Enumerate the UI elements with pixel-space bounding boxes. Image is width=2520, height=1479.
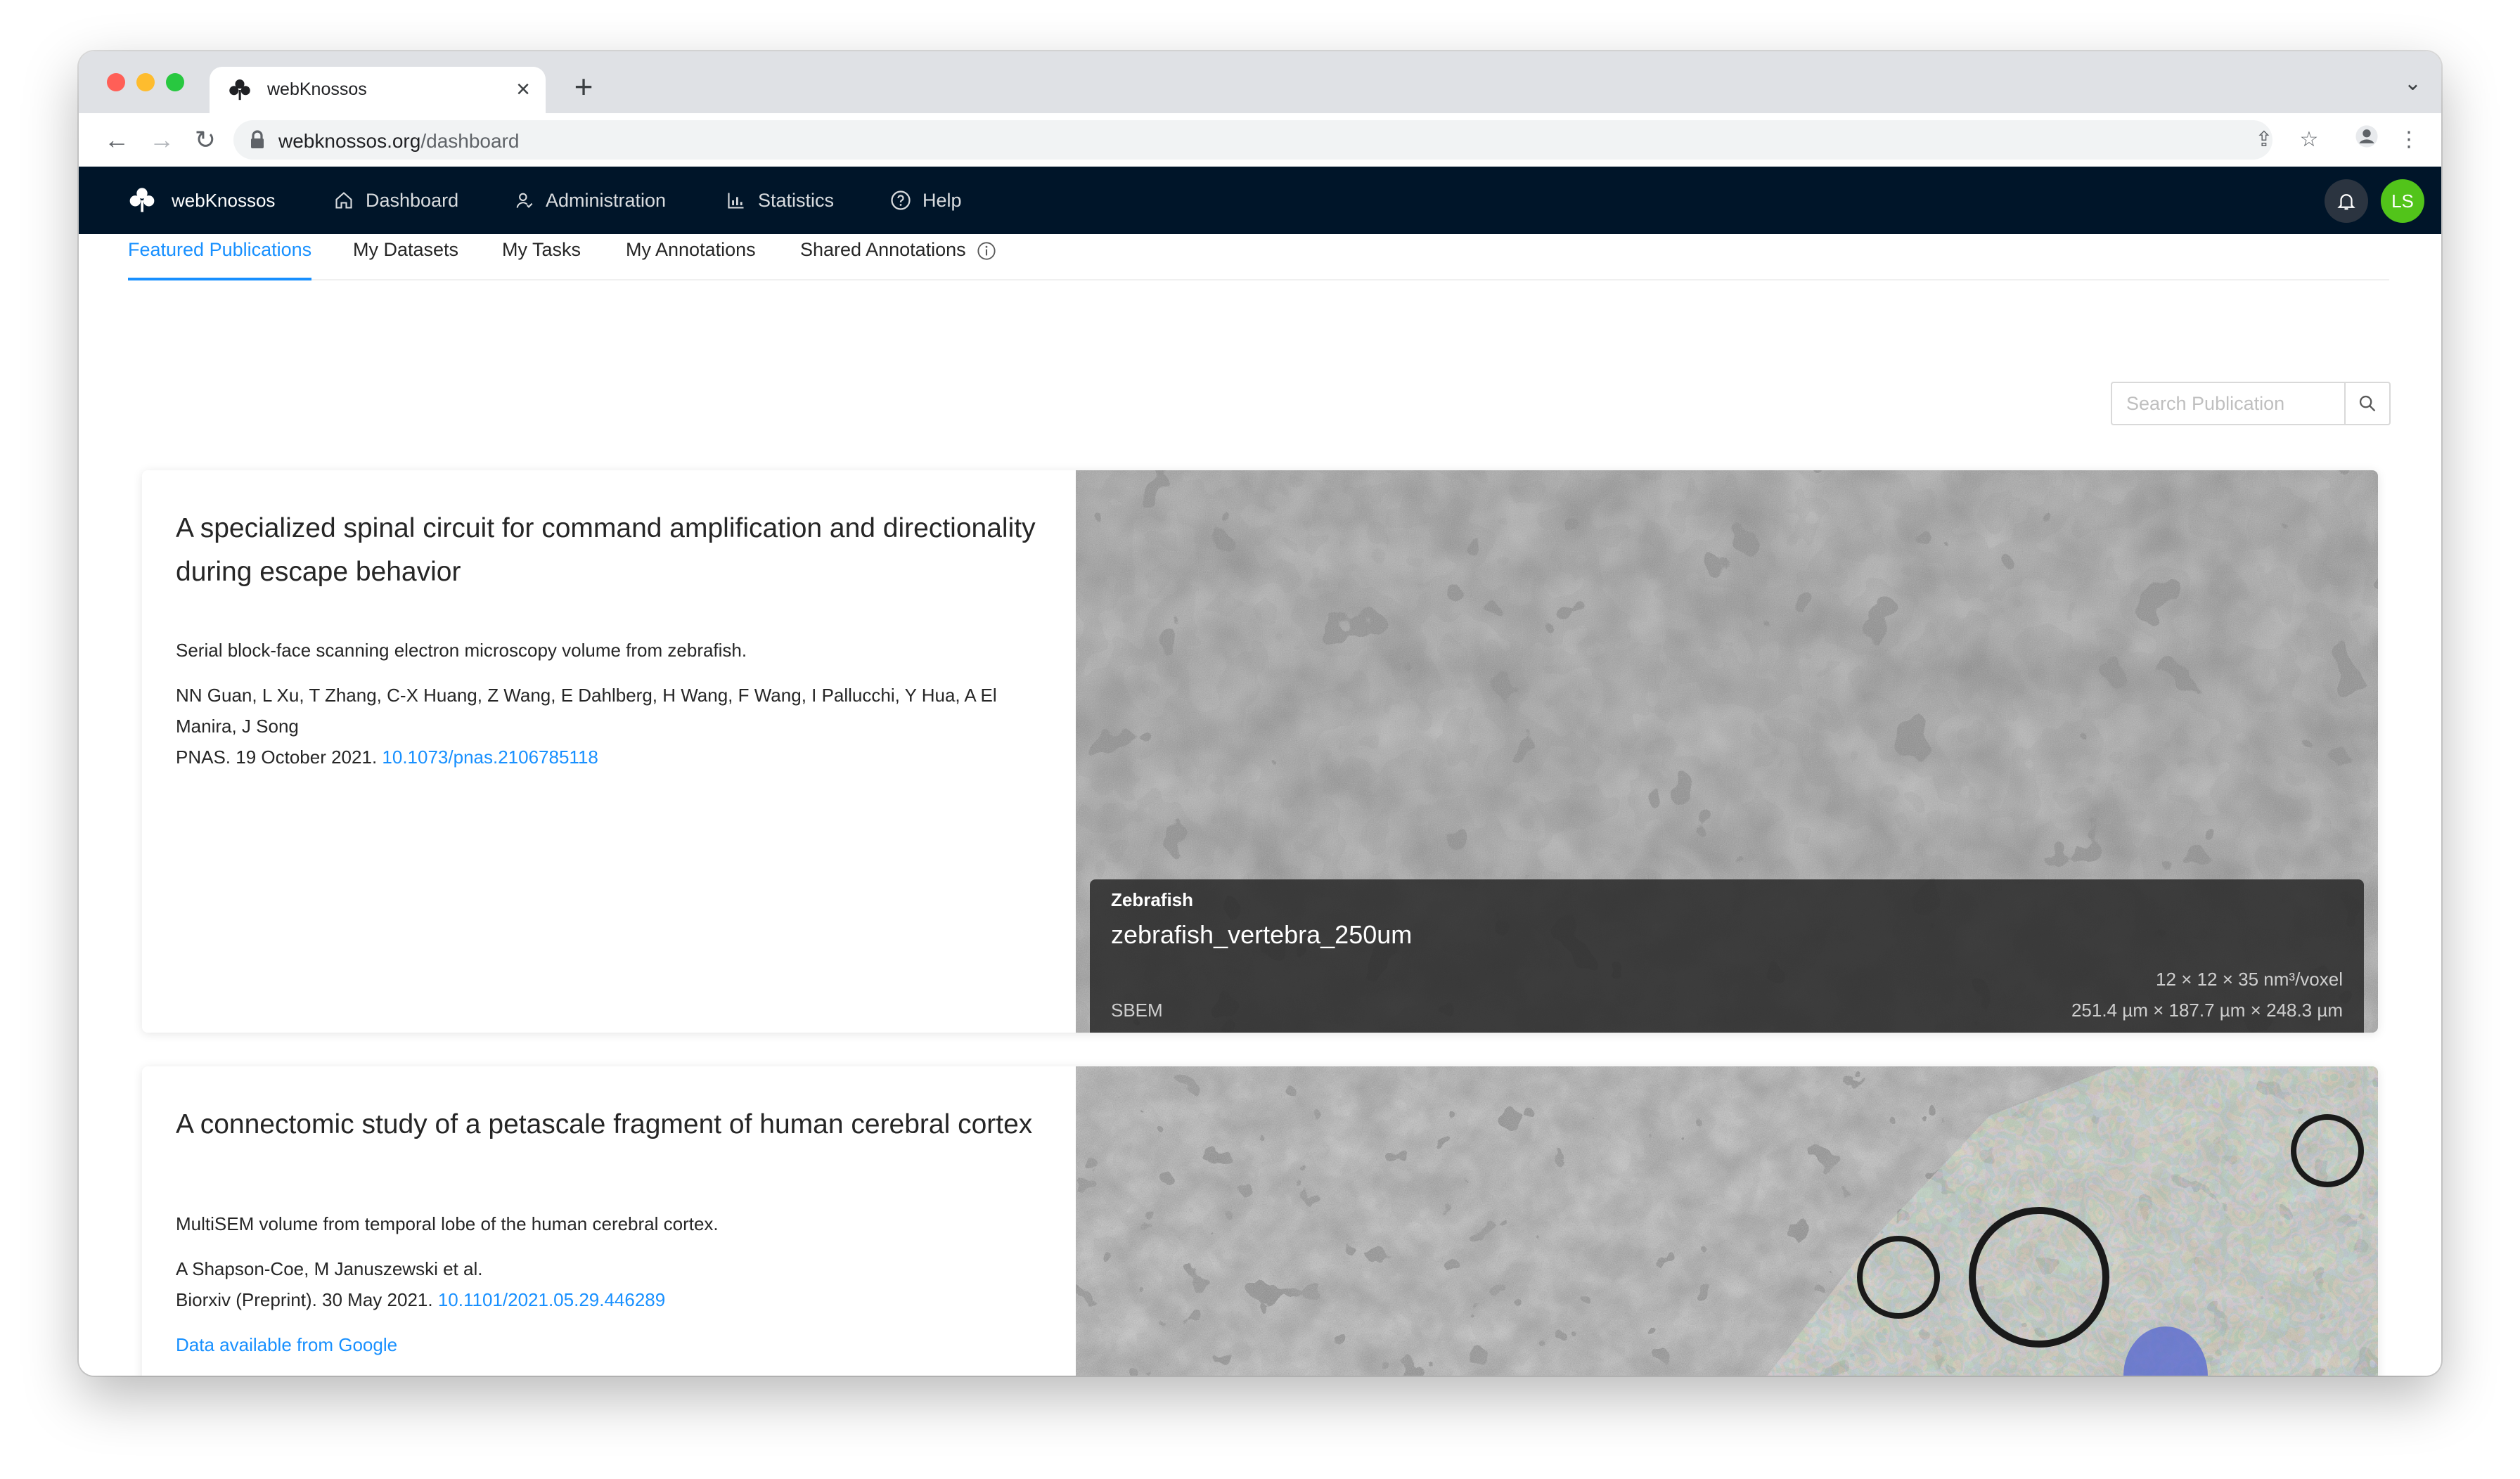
publication-description: MultiSEM volume from temporal lobe of th… [176,1213,719,1234]
user-avatar[interactable]: LS [2381,179,2424,223]
lock-icon [251,130,264,148]
dataset-thumbnail[interactable] [1076,1066,2378,1376]
user-admin-icon [512,188,536,212]
tab-search-chevron-icon[interactable]: ⌄ [2404,71,2422,96]
bookmark-star-icon[interactable]: ☆ [2294,124,2325,155]
minimize-window-button[interactable] [136,73,155,91]
avatar-initials: LS [2391,190,2414,212]
tab-shared-annotations[interactable]: Shared Annotations [800,234,996,279]
tab-title: webKnossos [267,79,367,99]
share-icon[interactable]: ⇪ [2249,124,2280,155]
publication-doi-link[interactable]: 10.1073/pnas.2106785118 [382,747,598,768]
tab-featured-publications[interactable]: Featured Publications [128,234,312,280]
maximize-window-button[interactable] [166,73,184,91]
publication-journal: Biorxiv (Preprint). 30 May 2021. [176,1289,433,1310]
nav-item-label: Help [922,189,962,211]
dataset-extent: 251.4 µm × 187.7 µm × 248.3 µm [2071,1000,2343,1021]
search-publication [2111,382,2391,425]
url-host: webknossos.org [278,130,421,152]
webknossos-logo-icon [129,188,155,212]
publication-authors: NN Guan, L Xu, T Zhang, C-X Huang, Z Wan… [176,685,997,737]
publication-card: A connectomic study of a petascale fragm… [142,1066,2378,1376]
tab-my-datasets[interactable]: My Datasets [353,234,458,279]
dataset-voxel-size: 12 × 12 × 35 nm³/voxel [2156,969,2343,990]
publication-card: A specialized spinal circuit for command… [142,470,2378,1033]
tab-label: My Tasks [502,239,581,260]
nav-item-help[interactable]: Help [889,167,962,234]
tab-label: My Datasets [353,239,459,260]
webknossos-favicon-icon [229,79,250,101]
notifications-button[interactable] [2325,179,2368,223]
info-circle-icon[interactable] [977,241,996,261]
tab-my-tasks[interactable]: My Tasks [502,234,581,279]
nav-item-administration[interactable]: Administration [512,167,666,234]
dashboard-content: Featured Publications My Datasets My Tas… [79,234,2441,1376]
nav-item-dashboard[interactable]: Dashboard [332,167,458,234]
browser-toolbar: ← → ↻ webknossos.org/dashboard ⇪ ☆ ⋮ [79,113,2441,167]
dashboard-tabs: Featured Publications My Datasets My Tas… [128,234,2389,280]
dataset-name: zebrafish_vertebra_250um [1111,920,1413,949]
kebab-menu-icon[interactable]: ⋮ [2393,124,2424,155]
profile-icon[interactable] [2351,124,2382,155]
bar-chart-icon [724,188,748,212]
publication-journal: PNAS. 19 October 2021. [176,747,378,768]
publication-details: A specialized spinal circuit for command… [176,470,1048,773]
close-window-button[interactable] [107,73,125,91]
publication-citation: PNAS. 19 October 2021. 10.1073/pnas.2106… [176,742,1048,773]
tab-label: My Annotations [626,239,756,260]
dataset-thumbnail[interactable]: Zebrafish zebrafish_vertebra_250um SBEM … [1076,470,2378,1033]
back-arrow-icon[interactable]: ← [100,123,134,157]
dataset-species: Zebrafish [1111,889,1194,910]
new-tab-button[interactable]: + [564,67,603,106]
nav-item-statistics[interactable]: Statistics [724,167,834,234]
nav-item-label: Administration [546,189,667,211]
tab-label: Shared Annotations [800,239,966,261]
search-button[interactable] [2344,383,2389,424]
publication-description: Serial block-face scanning electron micr… [176,640,747,661]
brand-logo[interactable]: webKnossos [128,167,275,234]
app-navbar: webKnossos Dashboard Administration Stat… [79,167,2441,234]
home-icon [332,188,356,212]
tab-my-annotations[interactable]: My Annotations [626,234,756,279]
address-bar[interactable]: webknossos.org/dashboard [233,120,2272,160]
tab-close-icon[interactable]: × [516,75,530,103]
search-icon [2359,395,2376,412]
url-path: /dashboard [420,130,520,152]
forward-arrow-icon[interactable]: → [145,123,179,157]
question-circle-icon [889,188,913,212]
publication-authors: A Shapson-Coe, M Januszewski et al. [176,1258,483,1279]
tab-label: Featured Publications [128,239,312,260]
publication-title: A connectomic study of a petascale fragm… [176,1109,1033,1139]
tab-strip: webKnossos × + ⌄ [79,51,2441,113]
search-input[interactable] [2112,383,2347,424]
publication-details: A connectomic study of a petascale fragm… [176,1066,1048,1360]
profile-avatar-icon [2355,125,2378,148]
browser-window: webKnossos × + ⌄ ← → ↻ webknossos.org/da… [79,51,2441,1376]
publication-title: A specialized spinal circuit for command… [176,513,1036,587]
url-text: webknossos.org/dashboard [278,130,519,153]
data-available-link[interactable]: Data available from Google [176,1329,1048,1360]
reload-icon[interactable]: ↻ [188,123,222,157]
nav-item-label: Dashboard [366,189,459,211]
bell-icon [2337,194,2355,210]
brand-name: webKnossos [172,189,276,211]
publication-citation: Biorxiv (Preprint). 30 May 2021. 10.1101… [176,1284,1048,1315]
publication-doi-link[interactable]: 10.1101/2021.05.29.446289 [438,1289,665,1310]
em-human-cortex-image [1076,1066,2378,1376]
nav-item-label: Statistics [758,189,835,211]
browser-tab[interactable]: webKnossos × [210,67,546,113]
dataset-info-overlay: Zebrafish zebrafish_vertebra_250um SBEM … [1090,879,2364,1033]
dataset-technique: SBEM [1111,1000,1163,1021]
